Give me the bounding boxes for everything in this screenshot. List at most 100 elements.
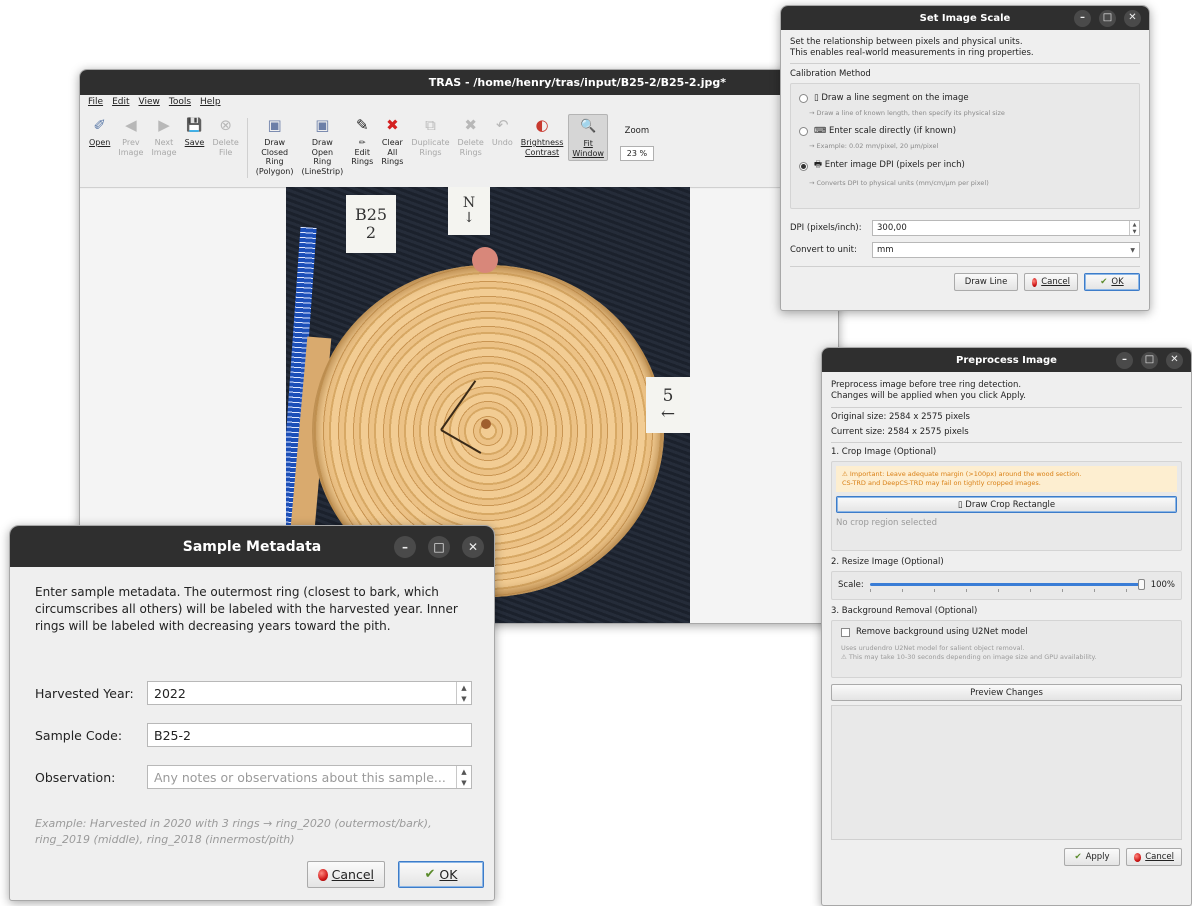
crop-status: No crop region selected bbox=[836, 518, 938, 528]
bg-checkbox[interactable] bbox=[841, 627, 850, 637]
option-enter-dpi[interactable]: 🖶 Enter image DPI (pixels per inch) bbox=[799, 159, 1131, 173]
sample-code-label: Sample Code: bbox=[35, 727, 123, 743]
option-enter-dpi-label: 🖶 Enter image DPI (pixels per inch) bbox=[814, 160, 965, 170]
clear-all-rings-button[interactable]: ✖ Clear All Rings bbox=[378, 114, 406, 169]
meta-titlebar: Sample Metadata – □ ✕ bbox=[10, 526, 494, 567]
polygon-icon: ▣ bbox=[267, 116, 282, 135]
observation-input[interactable]: Any notes or observations about this sam… bbox=[147, 765, 472, 789]
preview-changes-button[interactable]: Preview Changes bbox=[831, 684, 1182, 701]
close-icon[interactable]: ✕ bbox=[1166, 351, 1183, 369]
preprocess-cancel-button[interactable]: Cancel bbox=[1126, 848, 1182, 866]
minimize-icon[interactable]: – bbox=[1074, 9, 1091, 27]
cancel-label: Cancel bbox=[331, 867, 374, 882]
main-toolbar: ✐ Open ◀ Prev Image ▶ Next Image 💾 Save … bbox=[80, 110, 838, 188]
meta-example: Example: Harvested in 2020 with 3 rings … bbox=[35, 817, 432, 846]
next-image-button[interactable]: ▶ Next Image bbox=[148, 114, 179, 159]
maximize-icon[interactable]: □ bbox=[1099, 9, 1116, 27]
menu-file[interactable]: File bbox=[88, 97, 103, 108]
duplicate-rings-label: Duplicate Rings bbox=[411, 138, 450, 157]
scale-ok-button[interactable]: ✔ OK bbox=[1084, 273, 1140, 291]
divider bbox=[790, 63, 1140, 64]
minimize-icon[interactable]: – bbox=[1116, 351, 1133, 369]
delete-file-button[interactable]: ⊗ Delete File bbox=[210, 114, 242, 159]
meta-cancel-button[interactable]: Cancel bbox=[307, 861, 385, 888]
menu-help[interactable]: Help bbox=[200, 97, 221, 108]
draw-open-ring-button[interactable]: ▣ Draw Open Ring (LineStrip) bbox=[298, 114, 346, 178]
linestrip-icon: ▣ bbox=[315, 116, 330, 135]
observation-placeholder: Any notes or observations about this sam… bbox=[154, 769, 446, 785]
delete-rings-button[interactable]: ✖ Delete Rings bbox=[455, 114, 487, 159]
fit-window-button[interactable]: 🔍 Fit Window bbox=[568, 114, 608, 161]
save-button[interactable]: 💾 Save bbox=[182, 114, 208, 150]
minimize-icon[interactable]: – bbox=[394, 535, 416, 558]
scale-cancel-button[interactable]: Cancel bbox=[1024, 273, 1078, 291]
delete-file-label: Delete File bbox=[212, 138, 239, 157]
harvested-year-input[interactable]: 2022 ▲ ▼ bbox=[147, 681, 472, 705]
scale-slider[interactable] bbox=[869, 578, 1145, 592]
option-draw-line[interactable]: ▯ Draw a line segment on the image bbox=[799, 93, 1131, 103]
menu-tools[interactable]: Tools bbox=[169, 97, 191, 108]
draw-crop-rectangle-button[interactable]: ▯ Draw Crop Rectangle bbox=[836, 496, 1177, 513]
slider-handle[interactable] bbox=[1137, 579, 1145, 590]
draw-closed-ring-button[interactable]: ▣ Draw Closed Ring (Polygon) bbox=[253, 114, 297, 178]
brightness-contrast-button[interactable]: ◐ Brightness Contrast bbox=[518, 114, 567, 159]
duplicate-rings-button[interactable]: ⧉ Duplicate Rings bbox=[408, 114, 452, 159]
apply-button[interactable]: ✔ Apply bbox=[1064, 848, 1120, 866]
observation-label: Observation: bbox=[35, 769, 116, 785]
cancel-icon bbox=[318, 868, 328, 881]
unit-label: Convert to unit: bbox=[790, 245, 857, 255]
observation-scroll[interactable]: ▲ ▼ bbox=[456, 766, 471, 788]
divider bbox=[831, 407, 1182, 408]
draw-line-button[interactable]: Draw Line bbox=[954, 273, 1018, 291]
save-label: Save bbox=[184, 138, 205, 147]
sample-code-value: B25-2 bbox=[154, 727, 191, 743]
scale-button-row: Draw Line Cancel ✔ OK bbox=[790, 273, 1140, 291]
preview-area bbox=[831, 705, 1182, 840]
preview-changes-label: Preview Changes bbox=[970, 687, 1043, 698]
close-icon[interactable]: ✕ bbox=[1124, 9, 1141, 27]
prev-image-button[interactable]: ◀ Prev Image bbox=[115, 114, 146, 159]
maximize-icon[interactable]: □ bbox=[1141, 351, 1158, 369]
draw-crop-label: ▯ Draw Crop Rectangle bbox=[957, 499, 1056, 510]
dpi-input[interactable]: 300,00 ▲ ▼ bbox=[872, 220, 1140, 236]
radio-draw-line[interactable] bbox=[799, 93, 808, 103]
menu-edit[interactable]: Edit bbox=[112, 97, 129, 108]
option-draw-line-label: ▯ Draw a line segment on the image bbox=[814, 93, 969, 103]
number-label-card: 5 ← bbox=[646, 377, 690, 433]
year-spinner[interactable]: ▲ ▼ bbox=[456, 682, 471, 704]
zoom-input[interactable]: 23 % bbox=[619, 146, 654, 161]
open-button[interactable]: ✐ Open bbox=[86, 114, 113, 150]
open-label: Open bbox=[89, 138, 111, 147]
divider bbox=[831, 442, 1182, 443]
sample-code-input[interactable]: B25-2 bbox=[147, 723, 472, 747]
close-icon[interactable]: ✕ bbox=[462, 535, 484, 558]
current-size: Current size: 2584 x 2575 pixels bbox=[831, 427, 969, 437]
undo-button[interactable]: ↶ Undo bbox=[489, 114, 516, 150]
bg-checkbox-row[interactable]: Remove background using U2Net model bbox=[841, 627, 1172, 637]
harvested-year-value: 2022 bbox=[154, 685, 186, 701]
red-marker bbox=[472, 247, 498, 273]
divider bbox=[790, 266, 1140, 267]
north-label-card: N ↓ bbox=[448, 187, 490, 235]
radio-enter-dpi[interactable] bbox=[799, 161, 808, 171]
calibration-group: ▯ Draw a line segment on the image → Dra… bbox=[790, 83, 1140, 209]
preprocess-title: Preprocess Image bbox=[956, 354, 1057, 366]
zoom-label: Zoom bbox=[624, 126, 650, 136]
tras-titlebar: TRAS - /home/henry/tras/input/B25-2/B25-… bbox=[80, 70, 838, 95]
edit-icon: ✎ bbox=[355, 116, 369, 135]
maximize-icon[interactable]: □ bbox=[428, 535, 450, 558]
delete-rings-label: Delete Rings bbox=[457, 138, 484, 157]
option-enter-scale[interactable]: ⌨ Enter scale directly (if known) bbox=[799, 126, 1131, 136]
clear-all-rings-label: Clear All Rings bbox=[381, 138, 404, 166]
menu-view[interactable]: View bbox=[139, 97, 160, 108]
magnifier-icon: 🔍 bbox=[580, 119, 597, 135]
edit-rings-label: ✏ Edit Rings bbox=[351, 138, 374, 166]
meta-ok-button[interactable]: ✔ OK bbox=[398, 861, 484, 888]
radio-enter-scale[interactable] bbox=[799, 126, 808, 136]
edit-rings-button[interactable]: ✎ ✏ Edit Rings bbox=[348, 114, 376, 169]
option-draw-line-hint: → Draw a line of known length, then spec… bbox=[809, 109, 1005, 117]
unit-select[interactable]: mm ▼ bbox=[872, 242, 1140, 258]
ok-label: OK bbox=[439, 867, 458, 882]
dpi-spinner[interactable]: ▲ ▼ bbox=[1129, 221, 1139, 235]
undo-label: Undo bbox=[491, 138, 513, 147]
